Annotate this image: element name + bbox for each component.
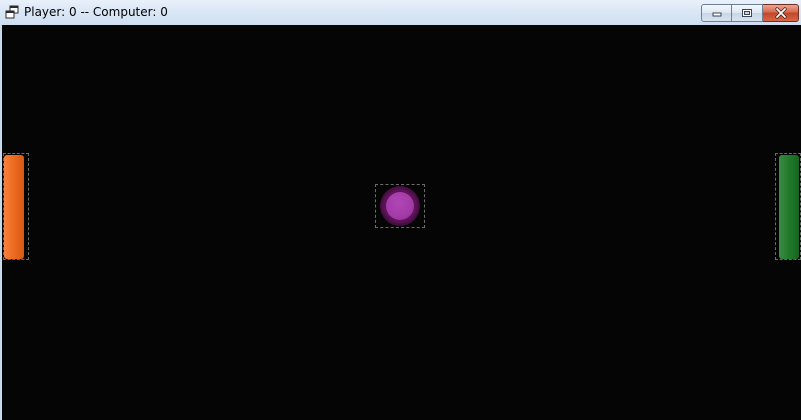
minimize-icon (712, 12, 721, 17)
computer-paddle (779, 155, 799, 259)
player-paddle[interactable] (4, 155, 24, 259)
game-window: Player: 0 -- Computer: 0 (0, 0, 801, 420)
restore-button[interactable] (732, 4, 763, 22)
close-icon (774, 7, 787, 19)
window-title: Player: 0 -- Computer: 0 (24, 5, 168, 19)
close-button[interactable] (763, 4, 799, 22)
maximize-icon (742, 9, 752, 17)
title-bar[interactable]: Player: 0 -- Computer: 0 (0, 0, 801, 25)
minimize-button[interactable] (701, 4, 732, 22)
app-icon[interactable] (5, 5, 19, 19)
ball (386, 192, 414, 220)
game-canvas[interactable] (2, 25, 801, 420)
